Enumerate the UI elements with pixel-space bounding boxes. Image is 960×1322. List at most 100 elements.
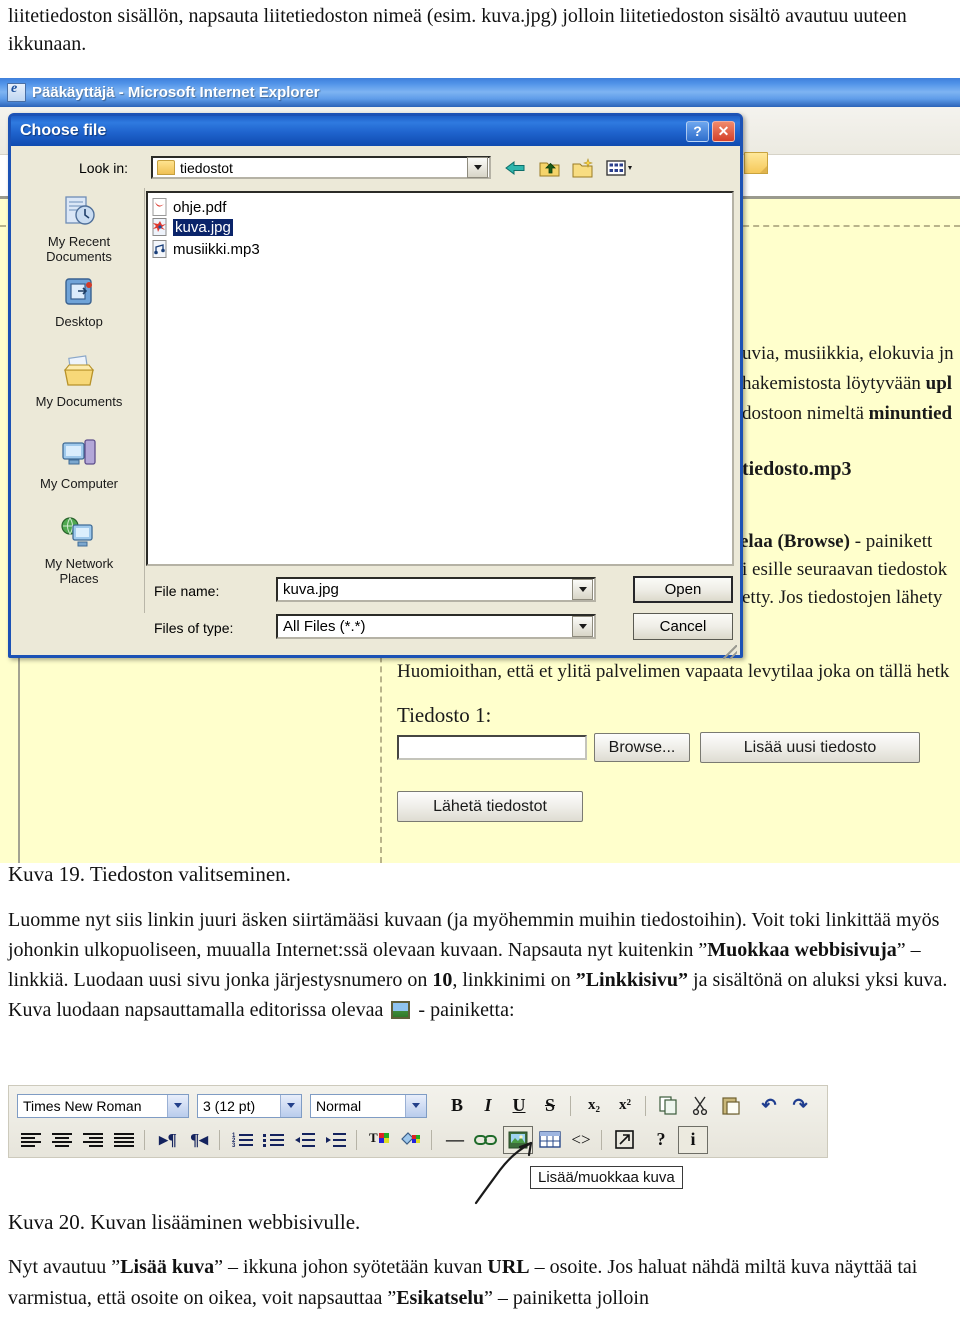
list-item[interactable]: kuva.jpg [152,217,233,237]
paragraph-style-value: Normal [316,1097,362,1114]
chevron-down-icon[interactable] [167,1094,188,1117]
strikethrough-icon[interactable]: S [536,1093,564,1119]
place-my-computer[interactable]: My Computer [14,436,144,491]
look-in-value: tiedostot [180,159,233,176]
up-one-level-icon[interactable] [537,157,562,179]
background-color-icon[interactable] [397,1127,425,1153]
my-computer-icon [59,439,99,476]
info-icon[interactable]: i [678,1125,708,1154]
rtl-direction-icon[interactable]: ¶◂ [185,1127,213,1153]
cut-icon[interactable] [686,1093,714,1119]
toolbar-divider [144,1129,145,1150]
page-text-filename: tiedosto.mp3 [742,458,852,480]
italic-icon[interactable]: I [474,1093,502,1119]
toolbar-divider [601,1129,602,1150]
page-text-line-5-a: elaa (Browse) [740,531,850,552]
place-label-line1: My Documents [35,394,123,409]
page-text-line-5-b: - painikett [849,531,933,552]
file-path-input[interactable] [397,735,587,760]
open-button[interactable]: Open [633,576,733,603]
page-text-line-2-a: hakemistosta löytyvään [742,373,926,394]
my-documents-icon [59,355,99,394]
file-name: ohje.pdf [173,198,227,216]
files-of-type-combobox[interactable]: All Files (*.*) [276,614,596,639]
look-in-combobox[interactable]: tiedostot [151,156,491,179]
browse-button[interactable]: Browse... [594,733,690,762]
places-bar: My Recent Documents Desktop My Documents… [14,188,145,613]
views-icon[interactable] [605,157,632,179]
copy-icon[interactable] [655,1093,683,1119]
bold-icon[interactable]: B [443,1093,471,1119]
font-size-select[interactable]: 3 (12 pt) [197,1093,302,1118]
place-label-line1: My Computer [39,476,119,491]
file-name-value: kuva.jpg [283,581,339,598]
chevron-down-icon[interactable] [467,157,488,178]
unordered-list-icon[interactable] [260,1127,288,1153]
list-item[interactable]: musiikki.mp3 [152,239,260,259]
place-desktop[interactable]: Desktop [14,274,144,329]
figure-19-caption: Kuva 19. Tiedoston valitseminen. [8,862,291,886]
source-code-icon[interactable]: <> [567,1127,595,1153]
file-name-label: File name: [154,583,220,599]
superscript-icon[interactable]: x² [611,1093,639,1119]
new-folder-icon[interactable] [571,157,596,179]
page-text-line-3-b: minuntied [868,403,953,424]
close-icon[interactable]: ✕ [712,120,735,142]
back-arrow-icon[interactable] [503,157,528,179]
indent-icon[interactable] [322,1127,350,1153]
body-paragraph-3: Nyt avautuu ”Lisää kuva” – ikkuna johon … [8,1252,952,1314]
outdent-icon[interactable] [291,1127,319,1153]
file-list-pane[interactable]: ohje.pdf kuva.jpg musiikki.mp3 [146,191,734,566]
font-family-select[interactable]: Times New Roman [17,1093,189,1118]
align-right-icon[interactable] [79,1127,107,1153]
toolbar-divider [570,1095,571,1116]
help-icon[interactable]: ? [647,1127,675,1153]
justify-icon[interactable] [110,1127,138,1153]
dialog-title-bar[interactable]: Choose file ? ✕ [11,116,740,146]
pdf-file-icon [152,198,168,216]
para2-bold2: 10 [432,969,453,991]
cancel-button[interactable]: Cancel [633,613,733,640]
text-color-icon[interactable]: T [366,1127,394,1153]
para3-seg4: ” – painiketta jolloin [484,1287,649,1309]
place-label-line1: My Recent [47,234,111,249]
toolbar-divider [645,1095,646,1116]
underline-icon[interactable]: U [505,1093,533,1119]
subscript-icon[interactable]: x₂ [580,1093,608,1119]
files-of-type-label: Files of type: [154,620,234,636]
redo-icon[interactable]: ↷ [786,1093,814,1119]
para2-seg5: - painiketta: [413,999,515,1021]
ordered-list-icon[interactable]: 123 [229,1127,257,1153]
horizontal-rule-icon[interactable]: — [441,1127,469,1153]
paste-icon[interactable] [717,1093,745,1119]
page-text-line-6: i esille seuraavan tiedostok [742,559,948,580]
file-name-combobox[interactable]: kuva.jpg [276,577,596,602]
file-name: musiikki.mp3 [173,240,260,258]
chevron-down-icon[interactable] [280,1094,301,1117]
paragraph-style-select[interactable]: Normal [310,1093,427,1118]
dialog-nav-toolbar [503,157,632,179]
undo-icon[interactable]: ↶ [755,1093,783,1119]
place-my-network-places[interactable]: My Network Places [14,516,144,586]
page-text-line-1: uvia, musiikkia, elokuvia jn [742,343,954,364]
place-my-documents[interactable]: My Documents [14,354,144,409]
align-center-icon[interactable] [48,1127,76,1153]
popup-editor-icon[interactable] [611,1127,639,1153]
chevron-down-icon[interactable] [405,1094,426,1117]
page-text-line-2-b: upl [925,373,953,394]
my-network-places-icon [59,517,99,556]
help-icon[interactable]: ? [686,120,709,142]
para3-seg2: ” – ikkuna johon syötetään kuvan [214,1256,488,1278]
ltr-direction-icon[interactable]: ▸¶ [154,1127,182,1153]
list-item[interactable]: ohje.pdf [152,197,226,217]
toolbar-divider [431,1129,432,1150]
send-files-button[interactable]: Lähetä tiedostot [397,791,583,822]
add-new-file-button[interactable]: Lisää uusi tiedosto [700,732,920,763]
place-my-recent-documents[interactable]: My Recent Documents [14,194,144,264]
resize-grip[interactable] [723,645,737,659]
align-left-icon[interactable] [17,1127,45,1153]
figure-20-screenshot: Times New Roman 3 (12 pt) Normal B I U S… [8,1085,828,1205]
para2-bold3: ”Linkkisivu” [575,969,689,991]
chevron-down-icon[interactable] [572,579,593,600]
chevron-down-icon[interactable] [572,616,593,637]
